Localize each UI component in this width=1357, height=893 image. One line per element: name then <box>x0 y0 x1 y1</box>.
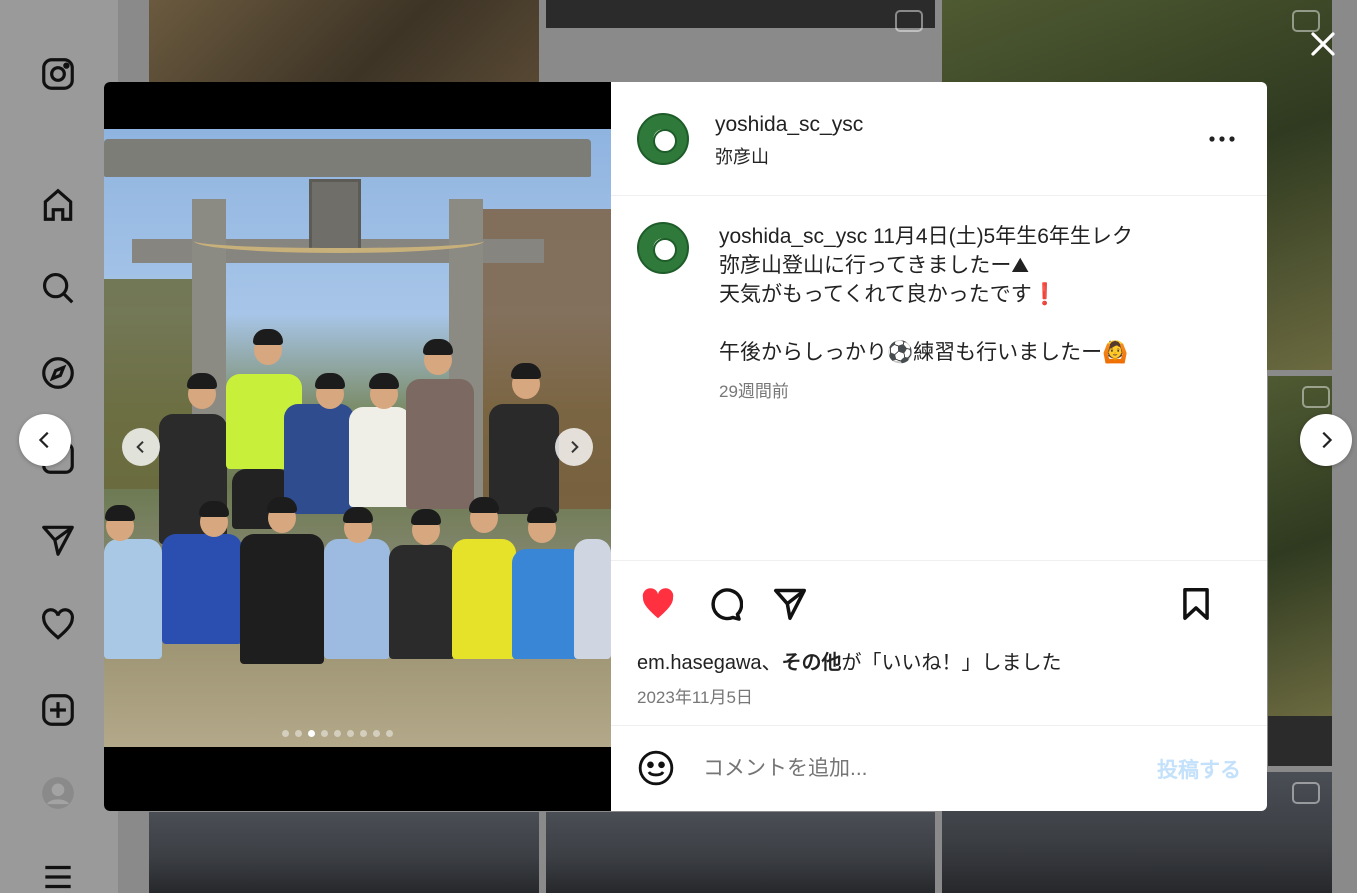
explore-icon[interactable] <box>38 353 78 393</box>
action-bar <box>611 560 1267 646</box>
avatar[interactable] <box>637 112 689 165</box>
carousel-dot <box>373 730 380 737</box>
carousel-indicator <box>282 730 393 737</box>
reel-badge-icon <box>895 10 923 32</box>
post-comment-button[interactable]: 投稿する <box>1157 754 1241 784</box>
heart-icon[interactable] <box>38 605 78 645</box>
more-options-button[interactable] <box>1207 126 1237 152</box>
create-icon[interactable] <box>38 690 78 730</box>
share-icon <box>774 588 806 620</box>
torii-gate <box>104 139 591 177</box>
comment-box: 投稿する <box>611 725 1267 811</box>
post-date[interactable]: 2023年11月5日 <box>611 675 1267 725</box>
grid-post-tile[interactable] <box>149 812 539 893</box>
emoji-button[interactable] <box>637 749 677 789</box>
likes-others-link[interactable]: その他 <box>782 652 842 674</box>
instagram-logo-icon[interactable] <box>38 54 78 94</box>
close-modal-button[interactable] <box>1303 24 1343 64</box>
next-post-button[interactable] <box>1300 414 1352 466</box>
post-details-panel: yoshida_sc_ysc 弥彦山 yoshida_sc_ysc 11月4日(… <box>611 82 1267 811</box>
likes-username[interactable]: em.hasegawa <box>637 652 762 674</box>
caption-timestamp[interactable]: 29週間前 <box>719 377 1199 402</box>
grid-post-tile[interactable] <box>546 0 935 32</box>
chevron-left-icon <box>38 431 49 449</box>
heart-filled-icon <box>642 587 674 618</box>
carousel-dot <box>308 730 315 737</box>
carousel-dot <box>282 730 289 737</box>
profile-avatar-icon[interactable] <box>38 773 78 813</box>
carousel-dot <box>321 730 328 737</box>
save-button[interactable] <box>1175 583 1217 625</box>
search-icon[interactable] <box>38 268 78 308</box>
carousel-dot <box>360 730 367 737</box>
grid-post-tile[interactable] <box>546 812 935 893</box>
post-username[interactable]: yoshida_sc_ysc <box>715 113 863 137</box>
post-header: yoshida_sc_ysc 弥彦山 <box>611 82 1267 196</box>
carousel-dot <box>347 730 354 737</box>
share-button[interactable] <box>769 583 811 625</box>
previous-post-button[interactable] <box>19 414 71 466</box>
comment-button[interactable] <box>703 583 745 625</box>
emoji-icon <box>638 750 674 785</box>
carousel-dot <box>386 730 393 737</box>
caption-text: yoshida_sc_ysc 11月4日(土)5年生6年生レク 弥彦山登山に行っ… <box>719 222 1199 367</box>
avatar[interactable] <box>637 222 689 274</box>
post-location[interactable]: 弥彦山 <box>715 143 863 169</box>
carousel-dot <box>295 730 302 737</box>
carousel-dot <box>334 730 341 737</box>
comment-input[interactable] <box>703 756 1083 781</box>
likes-separator: 、 <box>761 652 782 674</box>
media-next-button[interactable] <box>555 428 593 466</box>
chevron-left-icon <box>136 440 144 454</box>
bookmark-icon <box>1183 588 1209 620</box>
like-button[interactable] <box>637 583 679 625</box>
chevron-right-icon <box>571 440 579 454</box>
likes-suffix: が「いいね！」しました <box>841 652 1062 674</box>
media-prev-button[interactable] <box>122 428 160 466</box>
send-icon[interactable] <box>38 520 78 560</box>
caption-username[interactable]: yoshida_sc_ysc <box>719 225 867 248</box>
likes-summary: em.hasegawa、その他が「いいね！」しました <box>611 646 1267 675</box>
grid-post-tile[interactable] <box>1268 716 1332 766</box>
grid-post-tile[interactable] <box>149 0 539 82</box>
more-horizontal-icon <box>1209 136 1235 142</box>
home-icon[interactable] <box>38 185 78 225</box>
menu-icon[interactable] <box>38 857 78 893</box>
post-modal: yoshida_sc_ysc 弥彦山 yoshida_sc_ysc 11月4日(… <box>104 82 1267 811</box>
caption-section: yoshida_sc_ysc 11月4日(土)5年生6年生レク 弥彦山登山に行っ… <box>611 196 1267 560</box>
close-icon <box>1311 32 1335 56</box>
post-media <box>104 82 611 811</box>
reel-badge-icon <box>1292 782 1320 804</box>
post-photo[interactable] <box>104 129 611 747</box>
reel-badge-icon <box>1302 386 1330 408</box>
chevron-right-icon <box>1322 431 1333 449</box>
comment-icon <box>711 587 743 621</box>
